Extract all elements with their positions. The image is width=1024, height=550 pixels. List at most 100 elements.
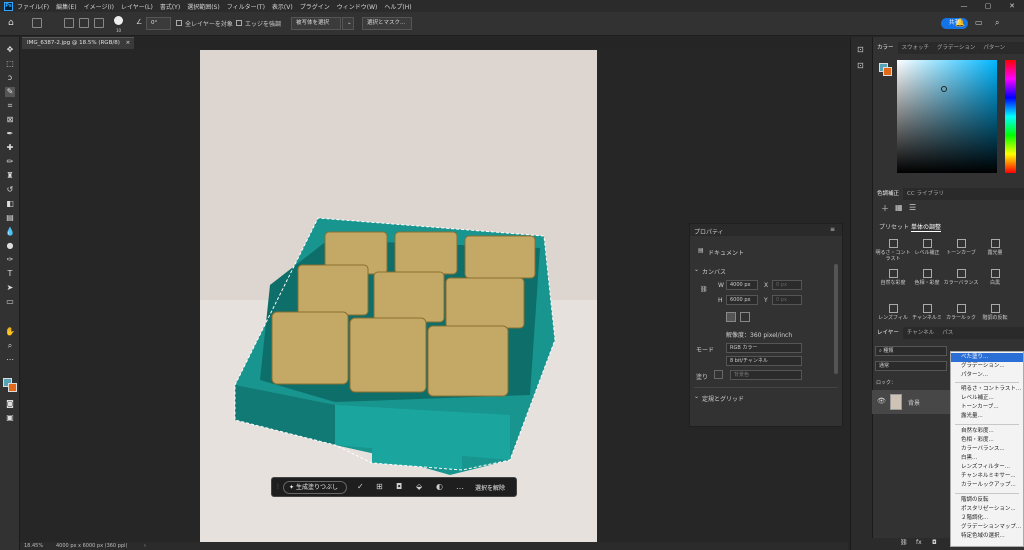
- subtract-selection-icon[interactable]: [94, 18, 104, 28]
- tab-paths[interactable]: パス: [938, 327, 957, 339]
- status-arrow-icon[interactable]: ›: [144, 542, 146, 550]
- document-tab[interactable]: IMG_6387-2.jpg @ 18.5% (RGB/8) ×: [22, 37, 134, 49]
- menu-item-gradient-map[interactable]: グラデーションマップ...: [951, 523, 1023, 532]
- color-picker-cursor[interactable]: [941, 86, 947, 92]
- type-tool-icon[interactable]: T: [5, 269, 15, 279]
- fill-selection-icon[interactable]: ⬙: [416, 482, 422, 491]
- close-tab-icon[interactable]: ×: [126, 40, 131, 46]
- tab-color[interactable]: カラー: [873, 42, 898, 54]
- menu-item-color-balance[interactable]: カラーバランス...: [951, 445, 1023, 454]
- workspace-icon[interactable]: ▭: [975, 18, 983, 27]
- fill-color-swatch[interactable]: [714, 370, 723, 379]
- list-view-icon[interactable]: ☰: [909, 203, 916, 212]
- pen-tool-icon[interactable]: ✑: [5, 255, 15, 265]
- adjustment-channel-mixer[interactable]: チャンネルミ: [909, 304, 945, 321]
- select-and-mask-button[interactable]: 選択とマスク...: [362, 17, 412, 30]
- tab-swatches[interactable]: スウォッチ: [898, 42, 934, 54]
- adjustment-hue-saturation[interactable]: 色相・彩度: [909, 269, 945, 286]
- quick-mask-icon[interactable]: ◙: [5, 399, 15, 409]
- blend-mode-select[interactable]: 通常: [875, 361, 947, 371]
- invert-selection-icon[interactable]: ⊞: [376, 482, 383, 491]
- panel-menu-icon[interactable]: ≡: [830, 226, 835, 233]
- adjustment-color-lookup[interactable]: カラールック: [943, 304, 979, 321]
- bell-icon[interactable]: 🔔: [955, 18, 965, 27]
- mask-icon[interactable]: ◘: [396, 482, 402, 491]
- menu-edit[interactable]: 編集(E): [56, 2, 76, 11]
- layer-row[interactable]: 👁 背景: [872, 390, 950, 414]
- adjustment-vibrance[interactable]: 自然な彩度: [875, 269, 911, 286]
- zoom-level[interactable]: 18.45%: [24, 542, 43, 550]
- menu-item-black-white[interactable]: 白黒...: [951, 454, 1023, 463]
- bit-depth-select[interactable]: 8 bit/チャンネル: [726, 356, 802, 366]
- grid-view-icon[interactable]: ▦: [895, 203, 903, 212]
- quick-selection-tool-icon[interactable]: ✎: [5, 87, 15, 97]
- adjustment-curves[interactable]: トーンカーブ: [943, 239, 979, 256]
- chevron-down-icon[interactable]: ⌄: [694, 266, 699, 273]
- background-color-swatch[interactable]: [8, 383, 17, 392]
- width-input[interactable]: 4000 px: [726, 280, 758, 290]
- menu-item-brightness-contrast[interactable]: 明るさ・コントラスト...: [951, 385, 1023, 394]
- lasso-tool-icon[interactable]: ↄ: [5, 73, 15, 83]
- chevron-down-icon[interactable]: ⌄: [694, 393, 699, 400]
- menu-item-selective-color[interactable]: 特定色域の選択...: [951, 532, 1023, 541]
- eye-icon[interactable]: 👁: [877, 397, 886, 405]
- menu-item-curves[interactable]: トーンカーブ...: [951, 403, 1023, 412]
- color-picker-field[interactable]: [897, 60, 997, 173]
- tab-layers[interactable]: レイヤー: [873, 327, 903, 339]
- y-input[interactable]: 0 px: [772, 295, 802, 305]
- fx-icon[interactable]: fx: [916, 539, 922, 546]
- menu-item-color-lookup[interactable]: カラールックアップ...: [951, 481, 1023, 490]
- screen-mode-icon[interactable]: ▣: [5, 413, 15, 423]
- add-to-selection-icon[interactable]: [79, 18, 89, 28]
- tab-adjustments[interactable]: 色調補正: [873, 188, 904, 200]
- crop-tool-icon[interactable]: ⌗: [5, 101, 15, 111]
- menu-filter[interactable]: フィルター(T): [227, 2, 265, 11]
- menu-layer[interactable]: レイヤー(L): [121, 2, 153, 11]
- adjustment-color-balance[interactable]: カラーバランス: [943, 269, 979, 286]
- tab-cc-libraries[interactable]: CC ライブラリ: [903, 188, 948, 200]
- sample-all-checkbox[interactable]: [176, 20, 182, 26]
- more-options-icon[interactable]: …: [456, 482, 464, 491]
- menu-image[interactable]: イメージ(I): [84, 2, 114, 11]
- menu-item-hue-saturation[interactable]: 色相・彩度...: [951, 436, 1023, 445]
- menu-item-solid-color[interactable]: べた塗り...: [951, 353, 1023, 362]
- menu-plugins[interactable]: プラグイン: [300, 2, 330, 11]
- brush-size-icon[interactable]: [114, 16, 123, 25]
- add-icon[interactable]: ＋: [881, 203, 889, 214]
- select-subject-dropdown-icon[interactable]: ⌄: [342, 17, 354, 30]
- angle-input[interactable]: 0°: [146, 17, 171, 30]
- brush-tool-icon[interactable]: ✏: [5, 157, 15, 167]
- menu-item-exposure[interactable]: 露光量...: [951, 412, 1023, 421]
- menu-select[interactable]: 選択範囲(S): [187, 2, 220, 11]
- healing-brush-tool-icon[interactable]: ✚: [5, 143, 15, 153]
- subtab-presets[interactable]: プリセット: [879, 222, 909, 231]
- add-mask-icon[interactable]: ◘: [932, 539, 937, 546]
- tab-gradients[interactable]: グラデーション: [933, 42, 979, 54]
- menu-window[interactable]: ウィンドウ(W): [337, 2, 378, 11]
- rectangle-tool-icon[interactable]: ▭: [5, 297, 15, 307]
- new-selection-icon[interactable]: [64, 18, 74, 28]
- x-input[interactable]: 0 px: [772, 280, 802, 290]
- eraser-tool-icon[interactable]: ◧: [5, 199, 15, 209]
- menu-type[interactable]: 書式(Y): [160, 2, 180, 11]
- adjustment-photo-filter[interactable]: レンズフィル: [875, 304, 911, 321]
- path-selection-tool-icon[interactable]: ➤: [5, 283, 15, 293]
- link-icon[interactable]: ⛓: [700, 286, 708, 293]
- adjustment-brightness-contrast[interactable]: 明るさ・コントラスト: [875, 239, 911, 262]
- properties-scrollbar[interactable]: [834, 264, 838, 374]
- portrait-orientation-icon[interactable]: [726, 312, 736, 322]
- more-tools-icon[interactable]: ⋯: [5, 355, 15, 365]
- hue-slider[interactable]: [1005, 60, 1016, 173]
- fill-select[interactable]: 背景色: [730, 370, 802, 380]
- adjustment-black-white[interactable]: 白黒: [977, 269, 1013, 286]
- search-icon[interactable]: ⌕: [995, 18, 999, 28]
- adjustment-exposure[interactable]: 露光量: [977, 239, 1013, 256]
- maximize-icon[interactable]: ▢: [976, 0, 1000, 12]
- menu-item-vibrance[interactable]: 自然な彩度...: [951, 427, 1023, 436]
- tab-channels[interactable]: チャンネル: [903, 327, 938, 339]
- subtab-single-adjustments[interactable]: 単体の調整: [911, 222, 942, 232]
- quick-select-tool-preset-icon[interactable]: [32, 18, 42, 28]
- menu-view[interactable]: 表示(V): [272, 2, 293, 11]
- zoom-tool-icon[interactable]: ⌕: [5, 341, 15, 351]
- color-mode-select[interactable]: RGB カラー: [726, 343, 802, 353]
